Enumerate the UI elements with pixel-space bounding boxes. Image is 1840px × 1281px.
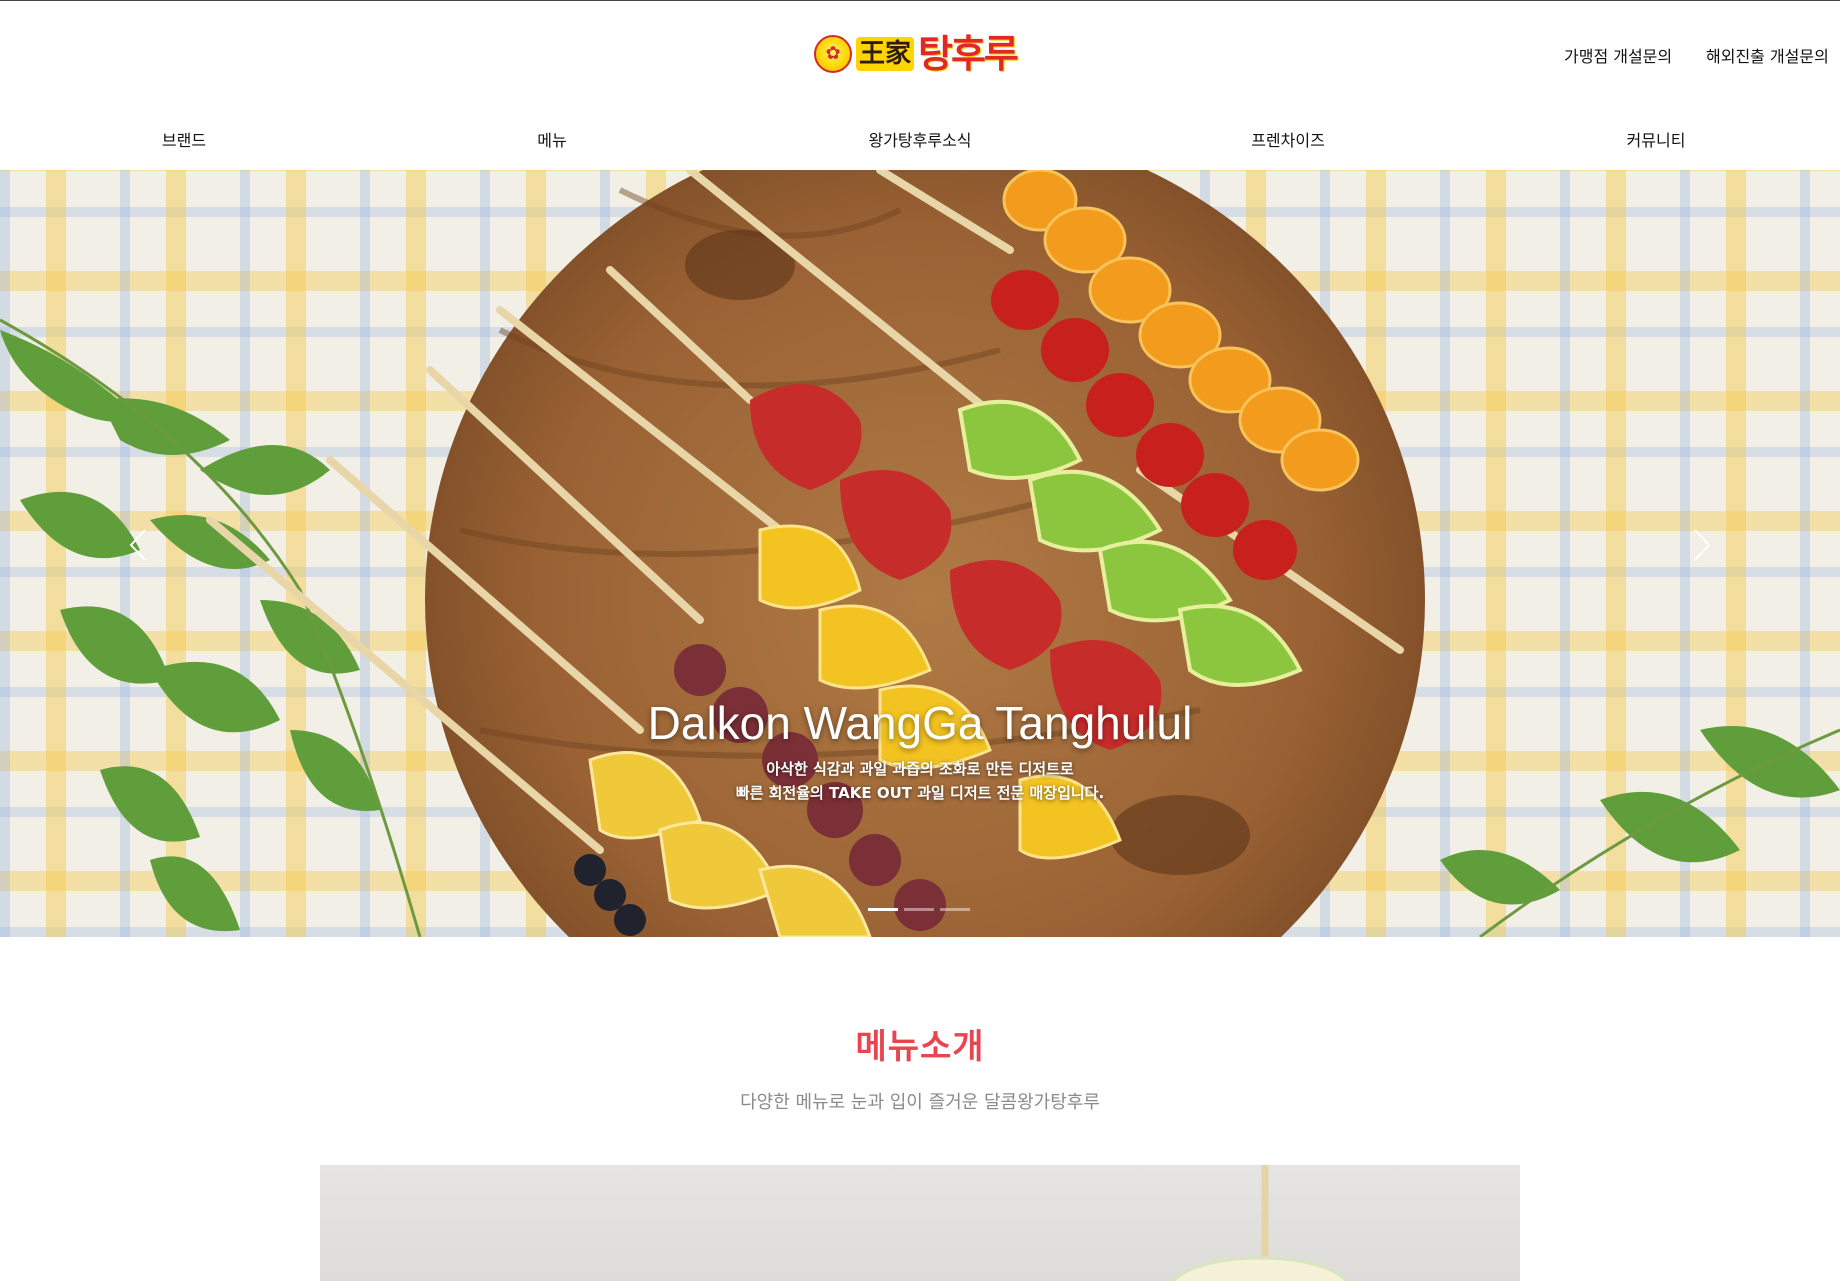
nav-item-franchise[interactable]: 프렌차이즈 xyxy=(1251,127,1325,151)
nav-item-news[interactable]: 왕가탕후루소식 xyxy=(868,127,971,151)
hero-subtitle-line2: 빠른 회전율의 TAKE OUT 과일 디저트 전문 매장입니다. xyxy=(735,784,1105,802)
hero-slider: Dalkon WangGa Tanghulul 아삭한 식감과 과일 과즙의 조… xyxy=(0,170,1840,937)
slider-pagination xyxy=(868,908,970,911)
page: ✿ 王家 탕후루 가맹점 개설문의 해외진출 개설문의 브랜드 메뉴 왕가탕후루… xyxy=(0,0,1840,1281)
menu-section-title: 메뉴소개 xyxy=(855,1027,985,1067)
slider-dot-3[interactable] xyxy=(940,908,970,911)
slider-dot-2[interactable] xyxy=(904,908,934,911)
tanghulu-emblem-icon: ✿ xyxy=(814,35,852,73)
hero-image xyxy=(0,170,1840,937)
menu-feature-image xyxy=(320,1165,1520,1281)
hero-subtitle-line1: 아삭한 식감과 과일 과즙의 조화로 만든 디저트로 xyxy=(766,760,1074,778)
slider-dot-1[interactable] xyxy=(868,908,898,911)
logo-brand-text: 탕후루 xyxy=(918,32,1019,76)
site-header: ✿ 王家 탕후루 가맹점 개설문의 해외진출 개설문의 브랜드 메뉴 왕가탕후루… xyxy=(0,1,1840,169)
hero-title: Dalkon WangGa Tanghulul xyxy=(647,697,1193,749)
chevron-left-icon[interactable] xyxy=(128,528,148,562)
nav-item-menu[interactable]: 메뉴 xyxy=(537,127,566,151)
nav-item-community[interactable]: 커뮤니티 xyxy=(1627,127,1686,151)
chevron-right-icon[interactable] xyxy=(1692,528,1712,562)
logo-han-text: 王家 xyxy=(856,37,915,71)
overseas-inquiry-link[interactable]: 해외진출 개설문의 xyxy=(1706,43,1829,67)
nav-item-brand[interactable]: 브랜드 xyxy=(162,127,206,151)
franchise-inquiry-link[interactable]: 가맹점 개설문의 xyxy=(1564,43,1672,67)
menu-photo-graphic xyxy=(1171,1165,1349,1281)
menu-section-subtitle: 다양한 메뉴로 눈과 입이 즐거운 달콤왕가탕후루 xyxy=(740,1092,1100,1113)
logo[interactable]: ✿ 王家 탕후루 xyxy=(814,29,1030,79)
